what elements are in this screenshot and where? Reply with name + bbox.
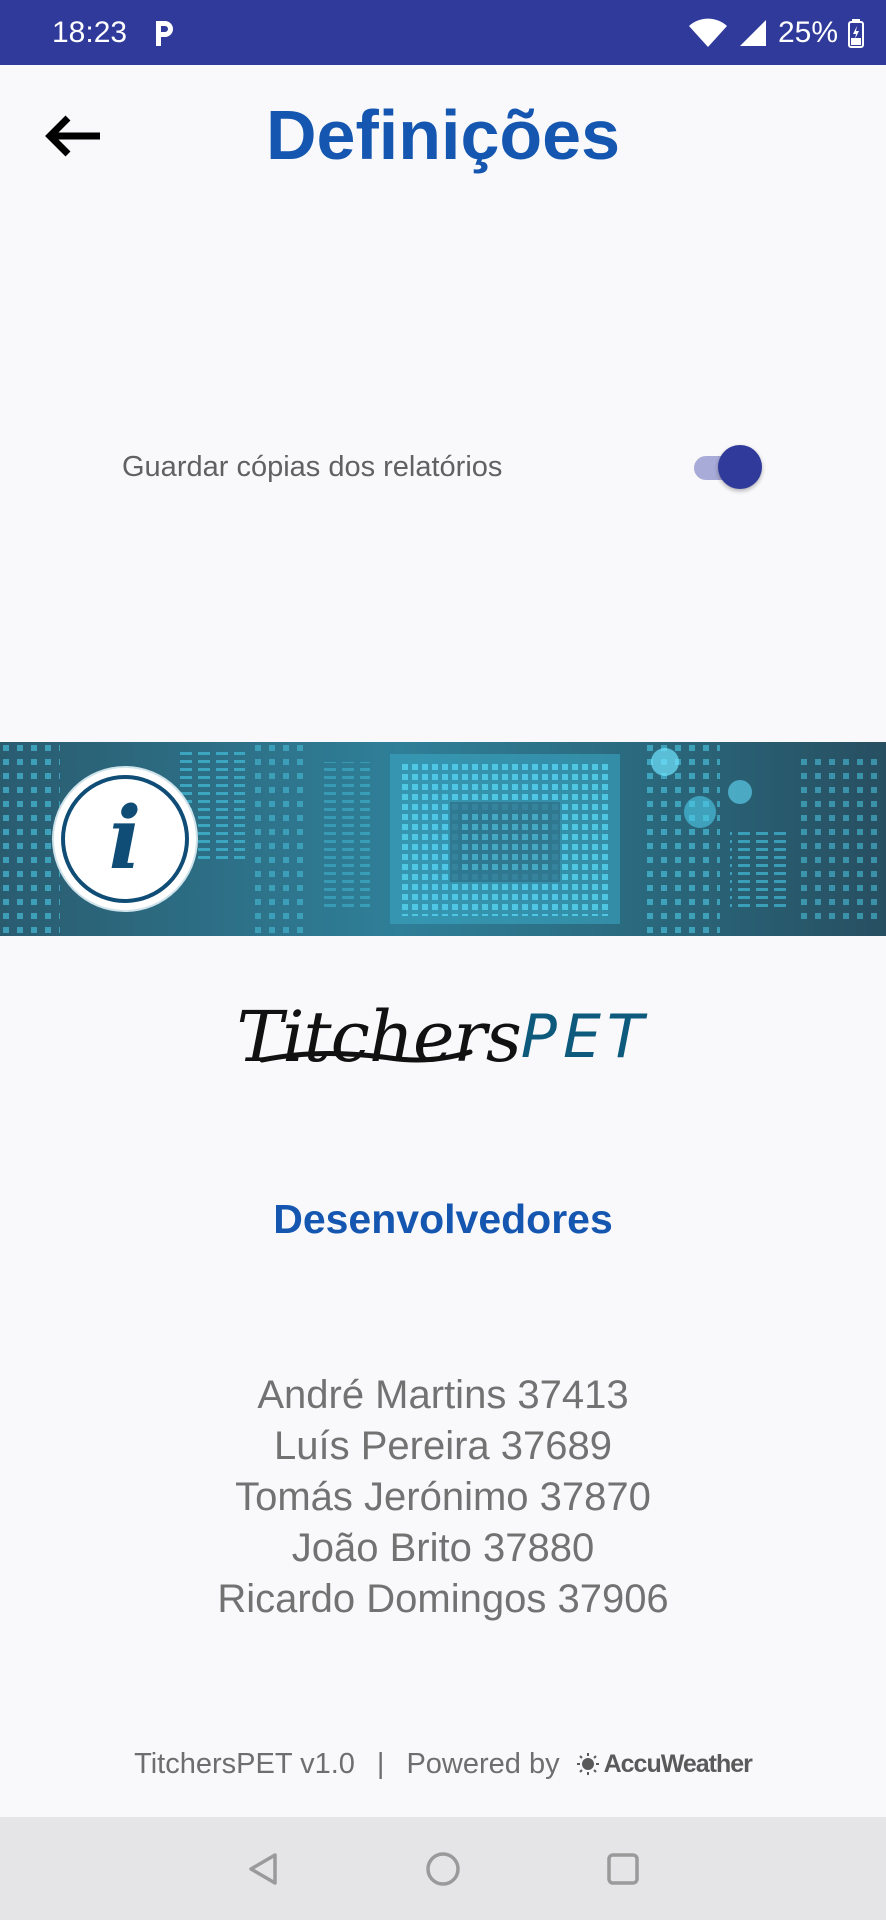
battery-percent: 25%: [777, 15, 838, 49]
logo-pet: PET: [520, 1002, 650, 1072]
info-icon: i: [61, 775, 189, 903]
accuweather-logo: AccuWeather: [576, 1749, 753, 1779]
developer-item: Ricardo Domingos 37906: [217, 1577, 669, 1621]
developers-heading: Desenvolvedores: [273, 1196, 613, 1242]
nav-back-button[interactable]: [243, 1849, 283, 1889]
home-circle-icon: [426, 1851, 460, 1886]
wifi-icon: [688, 18, 728, 48]
accuweather-label: AccuWeather: [603, 1749, 753, 1778]
recents-square-icon: [607, 1852, 639, 1885]
signal-icon: [738, 18, 768, 48]
developer-item: Tomás Jerónimo 37870: [235, 1475, 651, 1519]
developers-list: André Martins 37413 Luís Pereira 37689 T…: [0, 1370, 886, 1625]
save-copies-setting: Guardar cópias dos relatórios: [122, 440, 762, 494]
settings-screen: 18:23 25% Definições Guardar cópias dos …: [0, 0, 886, 1920]
save-copies-toggle[interactable]: [690, 445, 762, 489]
nav-home-button[interactable]: [423, 1849, 463, 1889]
status-right: 25%: [688, 16, 864, 50]
back-triangle-icon: [249, 1852, 277, 1885]
developer-item: André Martins 37413: [257, 1373, 629, 1417]
info-badge: i: [54, 768, 196, 910]
status-left: 18:23: [52, 16, 177, 50]
status-time: 18:23: [52, 15, 128, 49]
nav-recents-button[interactable]: [603, 1849, 643, 1889]
logo-swash: [260, 1049, 473, 1063]
developer-item: Luís Pereira 37689: [273, 1424, 612, 1468]
app-version: TitchersPET v1.0: [134, 1747, 355, 1780]
circuit-banner: i: [0, 742, 886, 936]
footer: TitchersPET v1.0 | Powered by AccuWeathe…: [0, 1744, 886, 1784]
battery-icon: [848, 18, 864, 48]
page-title: Definições: [266, 96, 620, 174]
developer-item: João Brito 37880: [291, 1526, 595, 1570]
status-bar: 18:23 25%: [0, 0, 886, 65]
system-nav-bar: [0, 1817, 886, 1920]
header: Definições: [0, 65, 886, 220]
toggle-thumb: [718, 445, 762, 489]
powered-by-label: Powered by: [406, 1747, 560, 1780]
save-copies-label: Guardar cópias dos relatórios: [122, 450, 503, 483]
footer-separator: |: [376, 1747, 385, 1780]
parking-icon: [151, 18, 177, 48]
sun-icon: [576, 1753, 599, 1775]
